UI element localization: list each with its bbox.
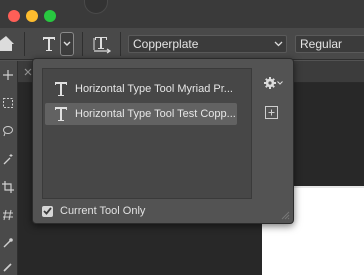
close-window-button[interactable] (8, 10, 20, 22)
chevron-down-icon (277, 81, 283, 85)
text-orientation-icon (93, 37, 112, 54)
horizontal-type-icon (51, 79, 71, 99)
options-separator (82, 32, 83, 56)
horizontal-type-icon (43, 37, 55, 51)
tool-preset-dropdown[interactable] (60, 32, 74, 56)
home-button[interactable] (0, 34, 18, 54)
tool-preset-list: Horizontal Type Tool Myriad Pr... Horizo… (42, 68, 252, 199)
tool-options-bar: Copperplate Regular (0, 28, 364, 60)
current-tool-only-option[interactable]: Current Tool Only (42, 204, 145, 218)
horizontal-type-icon (51, 104, 71, 124)
resize-grip-icon[interactable] (280, 210, 290, 220)
titlebar-tab-edge (84, 0, 108, 14)
current-tool-only-label: Current Tool Only (60, 205, 146, 217)
checkmark-icon (43, 207, 52, 215)
preset-item[interactable]: Horizontal Type Tool Myriad Pr... (45, 78, 237, 100)
eyedropper-tool-icon[interactable] (2, 237, 14, 249)
preset-item-label: Horizontal Type Tool Myriad Pr... (75, 83, 233, 95)
options-separator (24, 32, 25, 56)
horizontal-type-tool-button[interactable] (38, 32, 60, 56)
options-separator (120, 32, 121, 56)
crop-tool-icon[interactable] (2, 181, 14, 193)
font-family-value: Copperplate (133, 37, 199, 51)
preset-item-label: Horizontal Type Tool Test Copp... (75, 108, 236, 120)
window-titlebar (0, 0, 364, 28)
move-tool-icon[interactable] (2, 69, 14, 81)
font-style-select[interactable]: Regular (295, 35, 364, 53)
font-family-select[interactable]: Copperplate (128, 35, 287, 53)
tools-panel (0, 61, 18, 275)
brush-tool-icon[interactable] (2, 261, 14, 273)
gear-icon (264, 77, 276, 89)
tool-preset-picker: Horizontal Type Tool Myriad Pr... Horizo… (32, 58, 294, 224)
marquee-tool-icon[interactable] (2, 97, 14, 109)
font-style-value: Regular (300, 37, 343, 51)
toggle-text-orientation-button[interactable] (92, 34, 112, 54)
new-preset-icon[interactable] (265, 106, 278, 119)
chevron-down-icon (63, 41, 71, 46)
frame-tool-icon[interactable] (2, 209, 14, 221)
lasso-tool-icon[interactable] (2, 125, 14, 137)
preset-item-selected[interactable]: Horizontal Type Tool Test Copp... (45, 103, 237, 125)
chevron-down-icon (270, 36, 286, 52)
zoom-window-button[interactable] (44, 10, 56, 22)
home-icon (0, 36, 14, 51)
preset-settings-button[interactable] (263, 75, 285, 91)
current-tool-only-checkbox[interactable] (42, 205, 53, 217)
minimize-window-button[interactable] (26, 10, 38, 22)
magic-wand-tool-icon[interactable] (2, 153, 14, 165)
